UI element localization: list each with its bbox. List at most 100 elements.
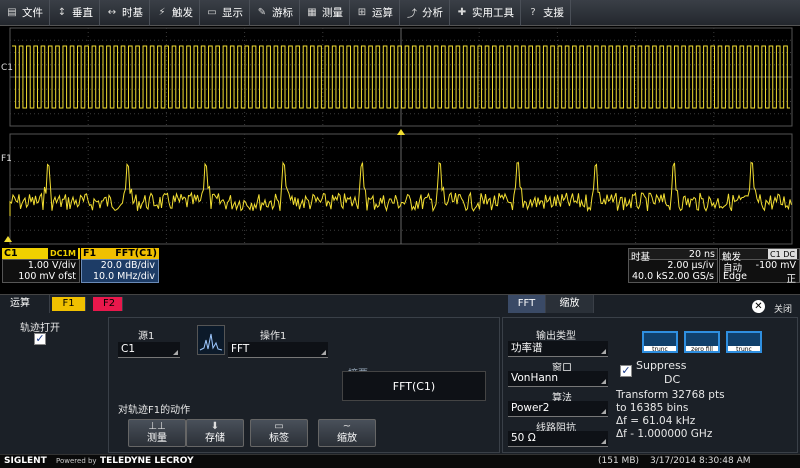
trigger-level: -100 mV: [755, 260, 796, 271]
fft-operator-icon[interactable]: [197, 325, 225, 355]
c1-trace-label: C1: [1, 63, 14, 73]
summary-box: FFT(C1): [342, 371, 486, 401]
action-icon-2: ▭: [274, 421, 284, 432]
menu-item-2[interactable]: ↔ 时基: [100, 0, 150, 26]
window-type-label-0: trunc: [652, 346, 668, 353]
trace-on-checkbox[interactable]: ✓: [34, 333, 46, 345]
output-type-label: 输出类型: [536, 331, 576, 342]
memory-indicator: (151 MB): [598, 456, 640, 466]
timebase-label: 时基: [631, 252, 651, 263]
menu-item-3[interactable]: ⚡ 触发: [150, 0, 200, 26]
menu-icon-0: ▤: [7, 7, 17, 18]
status-bar: SIGLENT Powered by TELEDYNE LECROY (151 …: [0, 454, 800, 468]
tab-f1[interactable]: F1: [52, 297, 86, 311]
operator-select[interactable]: FFT: [228, 342, 328, 358]
suppress-dc-label: DC: [664, 373, 681, 386]
math-dialog: 运算 F1 F2 FFT 缩放 ✕ 关闭 轨迹打开 ✓ 源1 C1 操作1 FF…: [0, 294, 800, 454]
trigger-source-badge: C1 DC: [768, 249, 797, 259]
close-icon[interactable]: ✕: [752, 300, 765, 313]
scope-grid: [9, 27, 793, 245]
window-type-button-0[interactable]: trunc: [642, 331, 678, 353]
menu-item-0[interactable]: ▤ 文件: [0, 0, 50, 26]
tab-f2[interactable]: F2: [93, 297, 123, 311]
menu-item-10[interactable]: ? 支援: [521, 0, 571, 26]
f1-zero-marker: [4, 236, 12, 242]
algorithm-select[interactable]: Power2: [508, 401, 608, 417]
menu-label-6: 测量: [322, 7, 343, 19]
menu-icon-2: ↔: [107, 7, 117, 18]
output-type-select[interactable]: 功率谱: [508, 341, 608, 357]
action-button-0[interactable]: ⊥⊥ 测量: [128, 419, 186, 447]
window-type-label-2: trunc: [736, 346, 752, 353]
menu-item-8[interactable]: ⤴ 分析: [400, 0, 450, 26]
window-select[interactable]: VonHann: [508, 371, 608, 387]
menu-item-7[interactable]: ⊞ 运算: [350, 0, 400, 26]
timebase-descriptor[interactable]: 时基 20 ns 2.00 µs/iv 40.0 kS 2.00 GS/s: [628, 248, 718, 283]
brand-logo-2: TELEDYNE LECROY: [100, 456, 194, 466]
action-button-2[interactable]: ▭ 标签: [250, 419, 308, 447]
c1-descriptor[interactable]: C1 DC1M 1.00 V/div 100 mV ofst: [2, 248, 80, 283]
suppress-dc-checkbox[interactable]: ✓: [620, 365, 632, 377]
trigger-type: Edge: [723, 271, 747, 282]
timebase-rate: 2.00 GS/s: [668, 271, 714, 282]
fft-info-line4: Δf - 1.000000 GHz: [616, 428, 713, 440]
timebase-time-per-div: 20 ns: [688, 249, 715, 260]
fft-info-line3: Δf = 61.04 kHz: [616, 415, 696, 427]
action-label-2: 标签: [269, 433, 289, 444]
timebase-sub-rate: 2.00 µs/iv: [667, 260, 714, 271]
close-label[interactable]: 关闭: [774, 302, 792, 315]
operator-label: 操作1: [260, 331, 287, 342]
c1-descriptor-name: C1: [4, 248, 18, 259]
menu-icon-7: ⊞: [357, 7, 367, 18]
source-label: 源1: [138, 331, 155, 342]
datetime: 3/17/2014 8:30:48 AM: [650, 456, 751, 466]
menu-item-1[interactable]: ↕ 垂直: [50, 0, 100, 26]
window-type-button-2[interactable]: trunc: [726, 331, 762, 353]
c1-offset: 100 mV ofst: [18, 271, 76, 282]
menu-label-10: 支援: [543, 7, 564, 19]
menu-item-6[interactable]: ▦ 测量: [300, 0, 350, 26]
waveform-display[interactable]: C1 F1: [0, 26, 800, 248]
action-label-1: 存储: [205, 433, 225, 444]
f1-trace-label: F1: [1, 154, 12, 164]
trigger-descriptor[interactable]: 触发 C1 DC 自动 -100 mV Edge 正: [719, 248, 800, 285]
tab-zoom[interactable]: 缩放: [546, 295, 594, 313]
f1-hdiv: 10.0 MHz/div: [93, 271, 155, 282]
trigger-time-marker[interactable]: [397, 129, 405, 135]
action-button-1[interactable]: ⬇ 存储: [186, 419, 244, 447]
action-button-3[interactable]: ~ 缩放: [318, 419, 376, 447]
menu-icon-8: ⤴: [407, 9, 417, 20]
menu-icon-3: ⚡: [158, 7, 166, 18]
menu-label-7: 运算: [372, 7, 393, 19]
c1-vdiv: 1.00 V/div: [27, 260, 76, 271]
impedance-select[interactable]: 50 Ω: [508, 431, 608, 447]
window-shape-icon-2: [728, 333, 760, 346]
menu-label-0: 文件: [22, 7, 43, 19]
window-type-button-1[interactable]: zero fill: [684, 331, 720, 353]
powered-by-text: Powered by: [56, 457, 97, 465]
menu-label-2: 时基: [122, 7, 143, 19]
source-select[interactable]: C1: [118, 342, 180, 358]
menu-label-5: 游标: [272, 7, 293, 19]
menu-bar: ▤ 文件 ↕ 垂直 ↔ 时基 ⚡ 触发 ▭ 显示 ✎ 游标 ▦ 测量 ⊞ 运算 ⤴ 分析 ✚ 实用工具? 支援: [0, 0, 800, 26]
f1-descriptor[interactable]: F1 FFT(C1) 20.0 dB/div 10.0 MHz/div: [81, 248, 159, 283]
tab-fft[interactable]: FFT: [508, 295, 546, 313]
trigger-mode: 自动: [723, 263, 743, 274]
menu-item-4[interactable]: ▭ 显示: [200, 0, 250, 26]
action-label-0: 测量: [147, 433, 167, 444]
f1-descriptor-op: FFT(C1): [115, 248, 157, 259]
trigger-label: 触发: [722, 252, 742, 263]
window-shape-icon-1: [686, 333, 718, 346]
c1-coupling-badge: DC1M: [47, 248, 78, 259]
menu-label-4: 显示: [222, 7, 243, 19]
window-shape-icon-0: [644, 333, 676, 346]
menu-item-5[interactable]: ✎ 游标: [250, 0, 300, 26]
actions-label: 对轨迹F1的动作: [118, 405, 191, 416]
menu-icon-5: ✎: [257, 7, 267, 18]
action-icon-3: ~: [342, 421, 352, 432]
menu-icon-9: ✚: [457, 7, 467, 18]
tab-math[interactable]: 运算: [0, 295, 50, 313]
menu-item-9[interactable]: ✚ 实用工具: [450, 0, 521, 26]
menu-icon-1: ↕: [57, 7, 67, 18]
suppress-label: Suppress: [636, 359, 687, 372]
